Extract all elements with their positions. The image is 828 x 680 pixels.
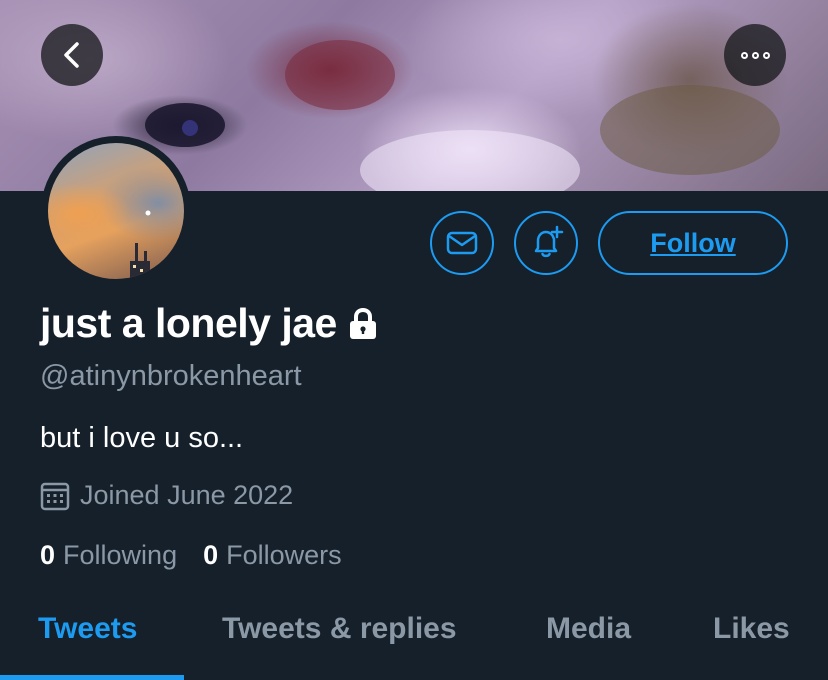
followers-link[interactable]: 0 Followers [203, 540, 342, 571]
following-label: Following [63, 540, 178, 570]
notifications-button[interactable] [514, 211, 578, 275]
joined-date-row: Joined June 2022 [40, 480, 293, 511]
back-button[interactable] [41, 24, 103, 86]
tab-tweets[interactable]: Tweets [38, 612, 137, 646]
bell-plus-icon [534, 225, 564, 258]
followers-label: Followers [226, 540, 342, 570]
following-count: 0 [40, 540, 56, 570]
mail-icon [446, 231, 478, 255]
tab-media[interactable]: Media [546, 612, 631, 646]
profile-bio: but i love u so... [40, 422, 244, 454]
tab-likes[interactable]: Likes [713, 612, 790, 646]
lock-icon [349, 307, 376, 339]
more-icon [740, 51, 770, 59]
follow-stats: 0 Following 0 Followers [40, 540, 368, 571]
avatar-image [48, 143, 184, 279]
more-options-button[interactable] [724, 24, 786, 86]
calendar-icon [40, 482, 70, 510]
chevron-left-icon [64, 42, 79, 68]
name-row: just a lonely jae [40, 300, 379, 347]
avatar[interactable] [41, 136, 191, 286]
display-name: just a lonely jae [40, 300, 337, 346]
joined-date: Joined June 2022 [80, 480, 294, 510]
tab-tweets-replies[interactable]: Tweets & replies [222, 612, 457, 646]
profile-handle: @atinynbrokenheart [40, 360, 302, 392]
profile-tabs: Tweets Tweets & replies Media Likes [0, 600, 828, 680]
active-tab-indicator [0, 675, 184, 680]
followers-count: 0 [203, 540, 219, 570]
following-link[interactable]: 0 Following [40, 540, 177, 571]
message-button[interactable] [430, 211, 494, 275]
follow-button[interactable]: Follow [598, 211, 788, 275]
